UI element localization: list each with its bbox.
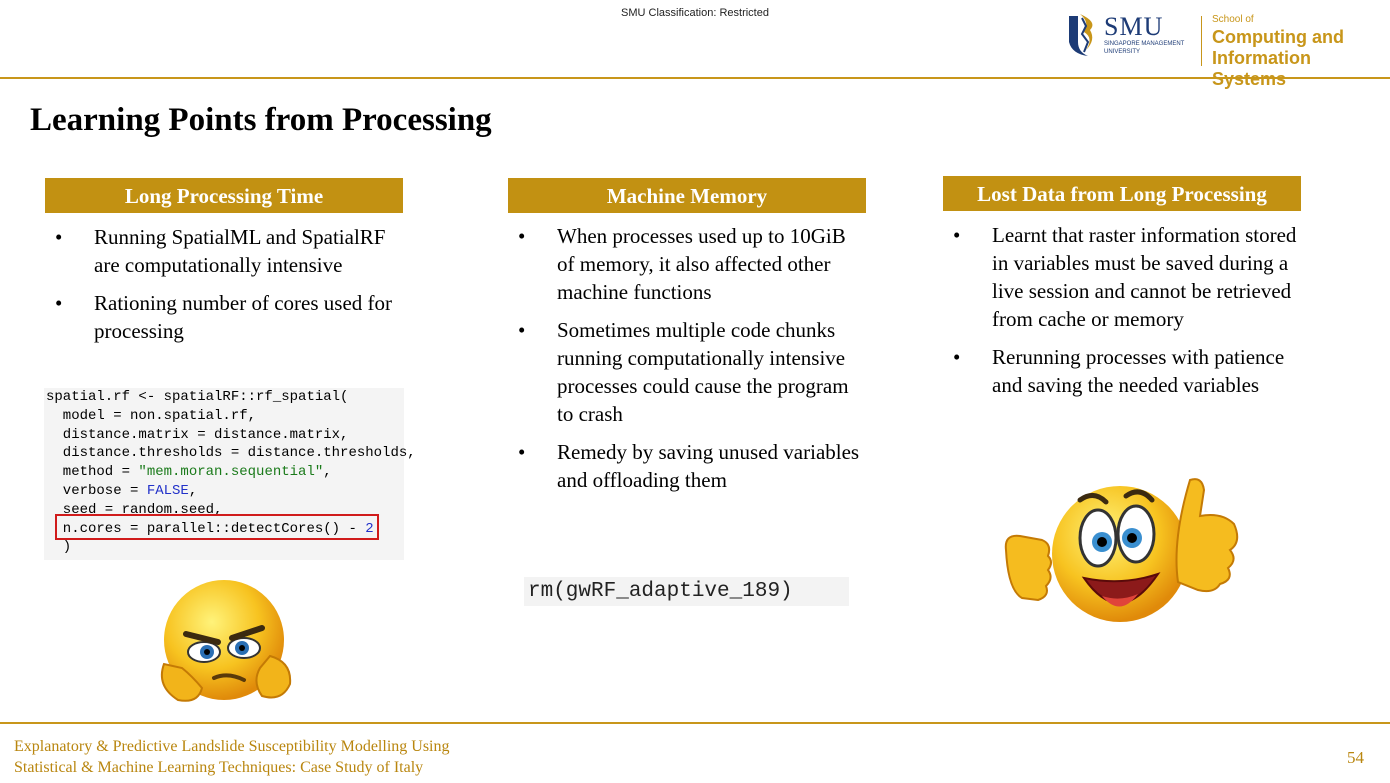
column-heading-processing-time: Long Processing Time bbox=[45, 178, 403, 213]
bullet-icon: • bbox=[55, 225, 63, 249]
bullet-icon: • bbox=[55, 291, 63, 315]
n-cores-highlight-box bbox=[55, 514, 379, 540]
smu-wordmark: SMU bbox=[1104, 12, 1164, 41]
bullet-text: Rerunning processes with patience and sa… bbox=[992, 345, 1285, 397]
bullet-text: Learnt that raster information stored in… bbox=[992, 223, 1297, 331]
school-name-line-2: Information Systems bbox=[1212, 48, 1311, 89]
list-item: • When processes used up to 10GiB of memo… bbox=[508, 222, 868, 306]
code-line: method = "mem.moran.sequential", bbox=[46, 464, 332, 481]
smu-subtitle: SINGAPORE MANAGEMENT UNIVERSITY bbox=[1104, 41, 1185, 55]
code-line: distance.thresholds = distance.threshold… bbox=[46, 445, 416, 462]
bullet-list-machine-memory: • When processes used up to 10GiB of memo… bbox=[508, 222, 868, 504]
school-of-label: School of bbox=[1212, 14, 1254, 25]
footer-divider bbox=[0, 722, 1390, 724]
bullet-icon: • bbox=[518, 224, 526, 248]
smu-logo: SMU SINGAPORE MANAGEMENT UNIVERSITY Scho… bbox=[1064, 10, 1386, 89]
thumbs-up-emoji-icon bbox=[1004, 478, 1239, 622]
bullet-icon: • bbox=[518, 318, 526, 342]
bullet-text: Remedy by saving unused variables and of… bbox=[557, 440, 860, 492]
thinking-emoji-icon bbox=[160, 580, 292, 702]
bullet-text: When processes used up to 10GiB of memor… bbox=[557, 224, 846, 304]
code-line: spatial.rf <- spatialRF::rf_spatial( bbox=[46, 389, 349, 405]
rm-code-snippet: rm(gwRF_adaptive_189) bbox=[524, 577, 849, 606]
list-item: • Remedy by saving unused variables and o… bbox=[508, 438, 868, 494]
footer-line-1: Explanatory & Predictive Landslide Susce… bbox=[14, 738, 450, 755]
page-number: 54 bbox=[1347, 748, 1364, 767]
slide-title: Learning Points from Processing bbox=[30, 102, 492, 138]
smu-shield-icon bbox=[1069, 14, 1093, 56]
list-item: • Running SpatialML and SpatialRF are com… bbox=[45, 223, 405, 279]
bullet-text: Rationing number of cores used for proce… bbox=[94, 291, 393, 343]
list-item: • Rationing number of cores used for proc… bbox=[45, 289, 405, 345]
footer-line-2: Statistical & Machine Learning Technique… bbox=[14, 759, 424, 776]
code-line: verbose = FALSE, bbox=[46, 482, 198, 499]
code-line: model = non.spatial.rf, bbox=[46, 407, 257, 424]
bullet-icon: • bbox=[953, 223, 961, 247]
bullet-icon: • bbox=[953, 345, 961, 369]
column-heading-machine-memory: Machine Memory bbox=[508, 178, 866, 213]
list-item: • Sometimes multiple code chunks running … bbox=[508, 316, 868, 428]
school-name-line-1: Computing and bbox=[1212, 27, 1344, 47]
bullet-text: Running SpatialML and SpatialRF are comp… bbox=[94, 225, 386, 277]
bullet-list-processing-time: • Running SpatialML and SpatialRF are com… bbox=[45, 223, 405, 355]
bullet-text: Sometimes multiple code chunks running c… bbox=[557, 318, 849, 426]
school-name: Computing and Information Systems bbox=[1212, 27, 1386, 90]
list-item: • Rerunning processes with patience and s… bbox=[943, 343, 1303, 399]
column-heading-lost-data: Lost Data from Long Processing bbox=[943, 176, 1301, 211]
header-divider bbox=[0, 77, 1390, 79]
bullet-list-lost-data: • Learnt that raster information stored i… bbox=[943, 221, 1303, 409]
footer-title: Explanatory & Predictive Landslide Susce… bbox=[14, 736, 450, 778]
code-line: distance.matrix = distance.matrix, bbox=[46, 426, 349, 443]
logo-divider bbox=[1201, 16, 1202, 66]
list-item: • Learnt that raster information stored i… bbox=[943, 221, 1303, 333]
bullet-icon: • bbox=[518, 440, 526, 464]
code-line: ) bbox=[46, 539, 72, 556]
